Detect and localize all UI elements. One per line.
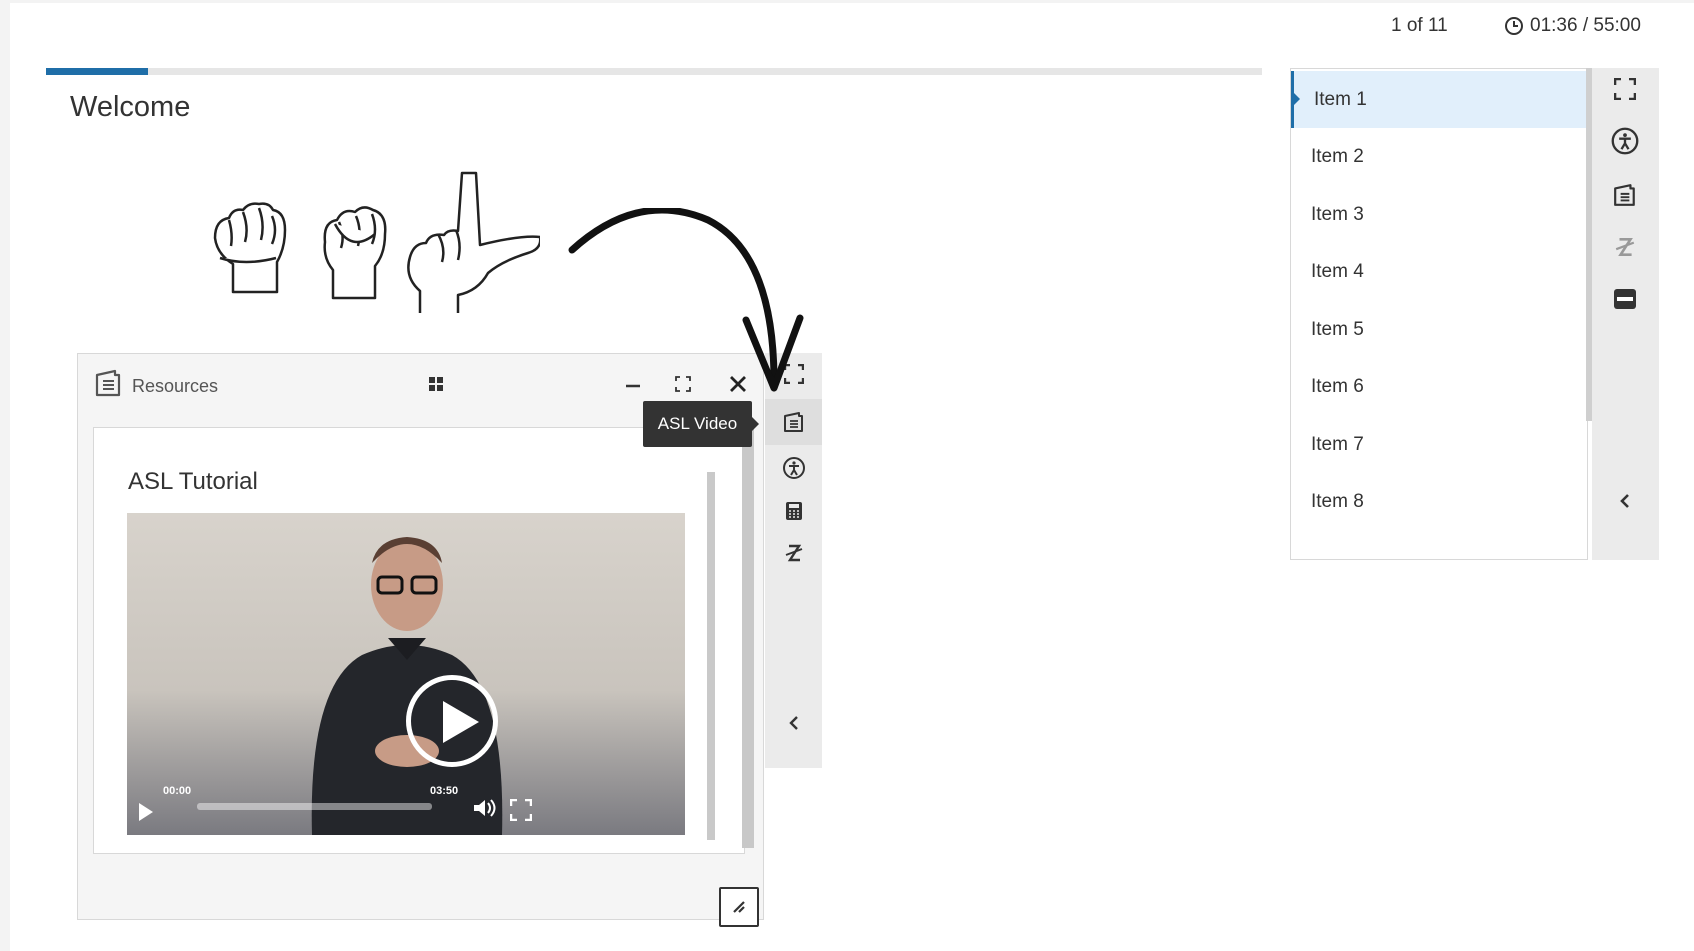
resources-toolbar	[765, 353, 822, 768]
fullscreen-button[interactable]	[1610, 74, 1640, 104]
toolbar-accessibility-button[interactable]	[779, 453, 809, 483]
item-navigation-list: Item 1 Item 2 Item 3 Item 4 Item 5 Item 6 Item…	[1290, 68, 1588, 560]
drag-handle-icon[interactable]	[428, 376, 444, 392]
right-toolbar	[1592, 68, 1659, 560]
volume-icon[interactable]	[472, 797, 496, 819]
item-nav-1[interactable]: Item 1	[1291, 71, 1587, 128]
fullscreen-icon[interactable]	[510, 799, 532, 821]
item-nav-8[interactable]: Item 8	[1291, 474, 1587, 531]
resources-content: ASL Tutorial 00:00 03:50	[93, 427, 745, 854]
video-play-button[interactable]	[406, 675, 498, 767]
toolbar-resources-button[interactable]	[779, 407, 809, 437]
calculator-icon	[786, 502, 802, 520]
collapse-chevron-icon	[789, 716, 798, 730]
video-current-time: 00:00	[163, 785, 192, 797]
play-control-icon[interactable]	[139, 803, 153, 821]
video-frame-person	[311, 537, 503, 835]
strikethrough-button[interactable]	[1610, 232, 1640, 262]
content-scrollbar[interactable]	[707, 472, 715, 840]
progress-bar	[46, 68, 1262, 75]
item-nav-label: Item 7	[1311, 433, 1364, 455]
strikethrough-icon	[785, 544, 803, 562]
strikethrough-icon	[1615, 237, 1635, 257]
item-nav-label: Item 4	[1311, 261, 1364, 282]
item-nav-label: Item 6	[1311, 376, 1364, 397]
page-title: Welcome	[70, 91, 191, 123]
asl-video-player[interactable]: 00:00 03:50	[127, 513, 685, 835]
item-nav-2[interactable]: Item 2	[1291, 129, 1587, 186]
item-nav-label: Item 1	[1314, 88, 1367, 110]
resources-icon	[784, 412, 803, 432]
toolbar-calculator-button[interactable]	[779, 496, 809, 526]
resources-icon	[95, 369, 121, 397]
toolbar-collapse-button[interactable]	[779, 708, 809, 738]
resources-button[interactable]	[1610, 180, 1640, 210]
item-nav-label: Item 8	[1311, 491, 1364, 512]
collapse-chevron-icon	[1620, 494, 1629, 508]
item-nav-label: Item 5	[1311, 318, 1364, 340]
line-reader-button[interactable]	[1610, 284, 1640, 314]
item-counter: 1 of 11	[1391, 15, 1448, 36]
clock-icon	[1505, 17, 1523, 35]
resize-handle[interactable]	[719, 887, 759, 927]
test-page: 1 of 11 01:36 / 55:00 Welcome Resources …	[10, 3, 1694, 951]
toolbar-strikethrough-button[interactable]	[779, 538, 809, 568]
accessibility-icon	[783, 457, 805, 479]
video-duration: 03:50	[430, 785, 459, 797]
item-nav-label: Item 2	[1311, 146, 1364, 167]
resize-icon	[733, 901, 745, 913]
fullscreen-icon	[1614, 78, 1636, 100]
resources-icon	[1614, 184, 1635, 206]
item-nav-6[interactable]: Item 6	[1291, 359, 1587, 416]
timer-text: 01:36 / 55:00	[1530, 15, 1641, 36]
panel-scrollbar[interactable]	[742, 428, 754, 848]
item-nav-4[interactable]: Item 4	[1291, 244, 1587, 301]
item-nav-label: Item 3	[1311, 203, 1364, 225]
progress-fill	[46, 68, 149, 75]
curved-arrow-annotation	[568, 208, 804, 392]
item-nav-3[interactable]: Item 3	[1291, 186, 1587, 243]
timer: 01:36 / 55:00	[1504, 15, 1641, 37]
item-nav-7[interactable]: Item 7	[1291, 416, 1587, 473]
accessibility-icon	[1611, 127, 1639, 155]
video-seek-bar[interactable]	[197, 803, 432, 810]
minus-icon	[1614, 289, 1636, 309]
accessibility-button[interactable]	[1610, 126, 1640, 156]
item-nav-5[interactable]: Item 5	[1291, 301, 1587, 358]
asl-hands-illustration	[213, 171, 540, 313]
collapse-panel-button[interactable]	[1610, 486, 1640, 516]
resources-title: Resources	[132, 376, 219, 396]
resource-heading: ASL Tutorial	[128, 468, 258, 495]
